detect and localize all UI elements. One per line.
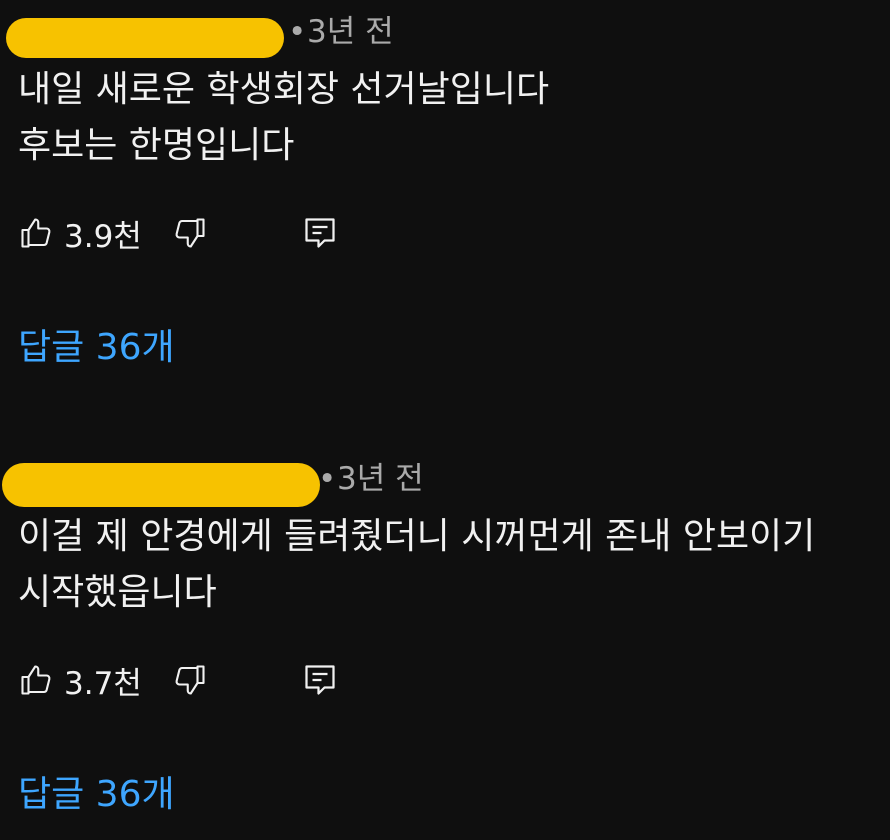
comment-line: 시작했읍니다 <box>18 572 217 613</box>
author-redaction <box>6 18 284 58</box>
thumbs-down-icon <box>172 215 208 251</box>
view-replies-link[interactable]: 답글 36개 <box>18 767 175 823</box>
comment-text: 이걸 제 안경에게 들려줬더니 시꺼먼게 존내 안보이기 시작했읍니다 <box>18 509 878 621</box>
comment-text: 내일 새로운 학생회장 선거날입니다 후보는 한명입니다 <box>18 62 878 174</box>
like-button[interactable]: 3.7천 <box>18 655 142 705</box>
comment-actions: 3.9천 <box>18 208 418 258</box>
like-count: 3.9천 <box>64 218 142 255</box>
comment-meta: • 3년 전 <box>0 457 500 507</box>
thumbs-up-icon <box>18 215 54 251</box>
comment-actions: 3.7천 <box>18 655 418 705</box>
view-replies-link[interactable]: 답글 36개 <box>18 320 175 376</box>
reply-button[interactable] <box>302 208 338 258</box>
thumbs-down-icon <box>172 662 208 698</box>
comment-line: 후보는 한명입니다 <box>18 125 295 166</box>
comment-time: 3년 전 <box>337 461 424 497</box>
like-count: 3.7천 <box>64 665 142 702</box>
reply-comment-icon <box>302 215 338 251</box>
meta-separator: • <box>288 14 307 50</box>
comment-meta: • 3년 전 <box>0 10 500 58</box>
dislike-button[interactable] <box>172 208 208 258</box>
reply-button[interactable] <box>302 655 338 705</box>
reply-comment-icon <box>302 662 338 698</box>
comment-line: 내일 새로운 학생회장 선거날입니다 <box>18 69 550 110</box>
thumbs-up-icon <box>18 662 54 698</box>
comment-line: 이걸 제 안경에게 들려줬더니 시꺼먼게 존내 안보이기 <box>18 516 816 557</box>
comment-time: 3년 전 <box>307 14 394 50</box>
meta-separator: • <box>318 461 337 497</box>
like-button[interactable]: 3.9천 <box>18 208 142 258</box>
dislike-button[interactable] <box>172 655 208 705</box>
author-redaction <box>2 463 320 507</box>
